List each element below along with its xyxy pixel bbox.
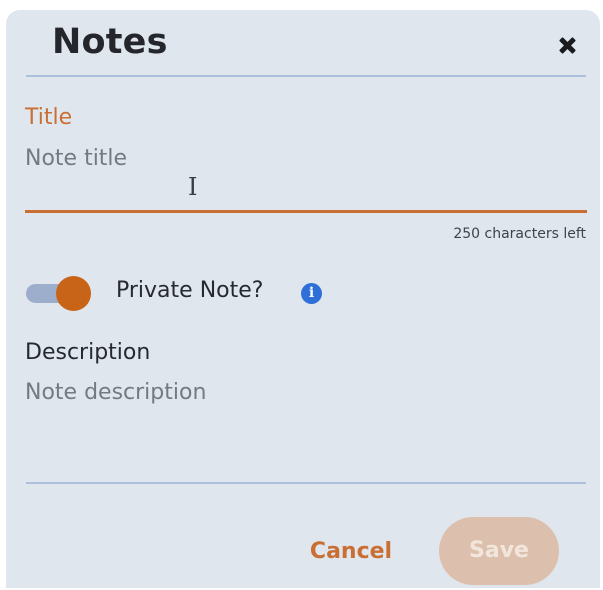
description-input-underline: [26, 482, 586, 484]
text-cursor-icon: I: [188, 173, 198, 201]
info-icon[interactable]: i: [301, 283, 322, 304]
description-label: Description: [25, 340, 151, 365]
cancel-button[interactable]: Cancel: [296, 530, 406, 574]
save-button[interactable]: Save: [439, 517, 559, 585]
dialog-title: Notes: [52, 22, 168, 62]
title-input[interactable]: Note title: [25, 146, 587, 208]
description-placeholder: Note description: [25, 380, 207, 405]
private-note-toggle[interactable]: [26, 275, 91, 311]
character-counter: 250 characters left: [453, 226, 586, 242]
title-label: Title: [25, 105, 73, 130]
dialog-header: Notes: [6, 10, 600, 78]
title-placeholder: Note title: [25, 146, 128, 171]
toggle-knob: [56, 276, 91, 311]
title-input-underline: [25, 210, 587, 213]
notes-dialog: Notes Title Note title I 250 characters …: [6, 10, 600, 588]
private-note-label: Private Note?: [116, 278, 264, 303]
close-icon[interactable]: [554, 32, 582, 60]
header-divider: [26, 75, 586, 77]
description-input[interactable]: Note description: [25, 380, 587, 480]
